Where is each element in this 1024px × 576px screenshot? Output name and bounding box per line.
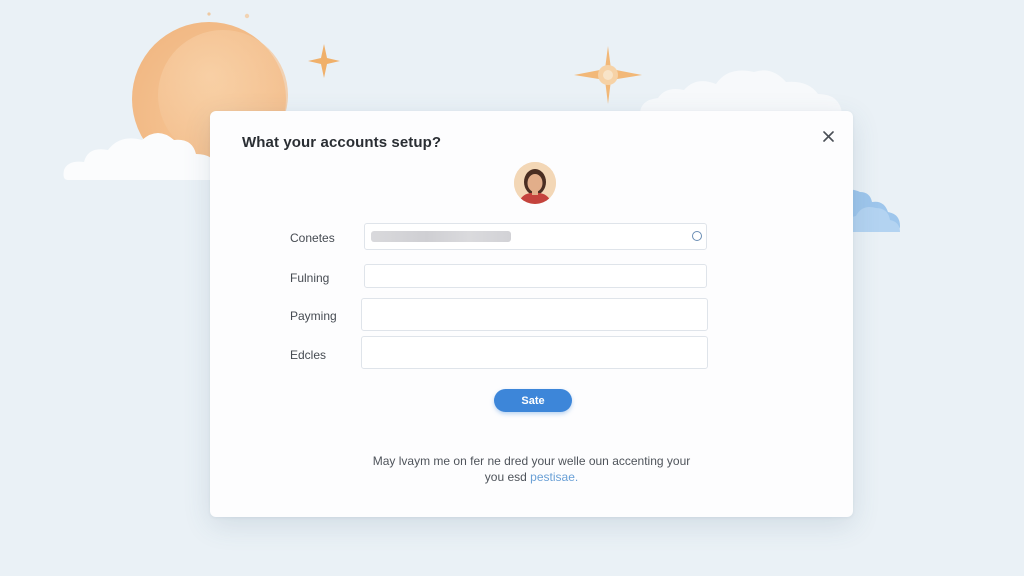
- edcles-input[interactable]: [361, 336, 708, 369]
- close-button[interactable]: [817, 125, 839, 147]
- cloud-left: [63, 133, 219, 180]
- field-label-fulning: Fulning: [290, 271, 330, 285]
- field-label-edcles: Edcles: [290, 348, 327, 362]
- radio-indicator[interactable]: [692, 231, 702, 241]
- user-avatar-icon: [514, 162, 556, 204]
- account-setup-dialog: What your accounts setup? Conetes Fulnin…: [210, 111, 853, 517]
- footer-text-prefix: you esd: [484, 470, 527, 484]
- redacted-value: [371, 231, 511, 242]
- footer-link[interactable]: pestisae.: [530, 470, 578, 484]
- footer-text-line2: you esd pestisae.: [210, 469, 853, 485]
- field-label-payming: Payming: [290, 309, 337, 323]
- payming-input[interactable]: [361, 298, 708, 331]
- dots-decoration: [207, 12, 250, 19]
- close-icon: [822, 130, 834, 142]
- dialog-title: What your accounts setup?: [242, 134, 442, 151]
- avatar: [514, 162, 556, 204]
- cloud-top-right: [640, 70, 842, 114]
- compass-sparkle-icon: [574, 46, 642, 104]
- save-button[interactable]: Sate: [494, 389, 572, 412]
- field-label-conetes: Conetes: [290, 231, 335, 245]
- conetes-input[interactable]: [364, 223, 707, 250]
- sparkle-icon: [308, 44, 340, 78]
- footer-text-line1: May lvaym me on fer ne dred your welle o…: [372, 454, 691, 468]
- footer-note: May lvaym me on fer ne dred your welle o…: [210, 453, 853, 485]
- fulning-input[interactable]: [364, 264, 707, 288]
